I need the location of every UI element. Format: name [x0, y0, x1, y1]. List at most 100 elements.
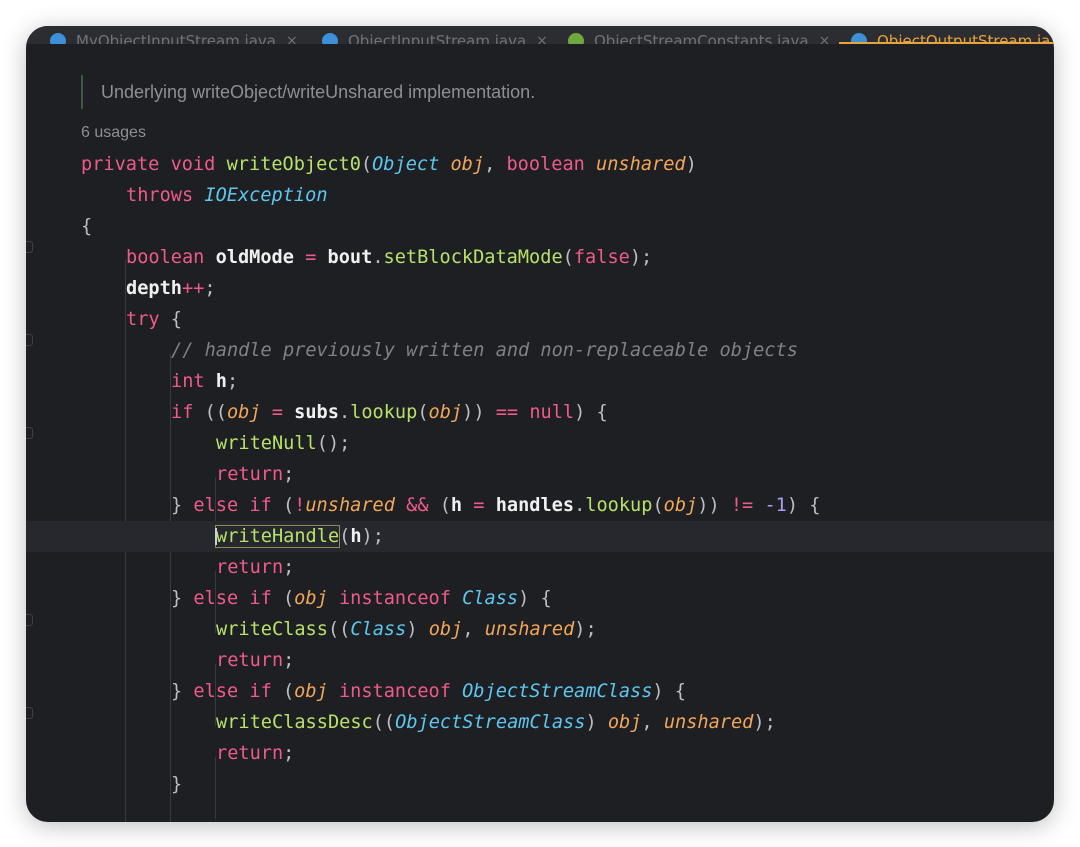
tab-objectstreamconstants[interactable]: ObjectStreamConstants.java × — [568, 26, 830, 44]
type-name: IOException — [204, 185, 328, 206]
keyword: null — [529, 402, 575, 423]
method-call: writeClassDesc — [216, 712, 373, 733]
doc-comment: Underlying writeObject/writeUnshared imp… — [81, 75, 535, 109]
java-class-icon — [322, 33, 338, 44]
editor-tab-bar: MyObjectInputStream.java × ObjectInputSt… — [26, 26, 1054, 44]
code-line: private void writeObject0(Object obj, bo… — [81, 154, 697, 175]
tab-objectinputstream[interactable]: ObjectInputStream.java × — [322, 26, 548, 44]
usages-hint[interactable]: 6 usages — [81, 124, 146, 142]
parameter: obj — [607, 712, 642, 733]
keyword: false — [573, 247, 630, 268]
keyword: try — [126, 309, 160, 330]
keyword: else — [193, 495, 239, 516]
parameter: obj — [450, 154, 485, 175]
type-name: ObjectStreamClass — [462, 681, 653, 702]
code-line: writeNull(); — [216, 433, 351, 454]
keyword: return — [216, 743, 284, 764]
keyword: boolean — [126, 247, 205, 268]
parameter: obj — [428, 402, 463, 423]
java-interface-icon — [568, 33, 584, 44]
parameter: obj — [294, 681, 328, 702]
close-icon[interactable]: × — [819, 33, 831, 44]
keyword: if — [249, 495, 272, 516]
tab-objectoutputstream[interactable]: ObjectOutputStream.ja — [839, 26, 1054, 44]
local-variable: oldMode — [215, 247, 294, 268]
code-editor[interactable]: Underlying writeObject/writeUnshared imp… — [26, 44, 1054, 822]
keyword: if — [171, 402, 194, 423]
keyword: int — [171, 371, 205, 392]
local-variable: h — [450, 495, 463, 516]
keyword: return — [216, 464, 284, 485]
keyword: throws — [126, 185, 194, 206]
field: bout — [327, 247, 373, 268]
type-name: ObjectStreamClass — [395, 712, 586, 733]
type-name: Object — [372, 154, 440, 175]
local-variable: h — [215, 371, 227, 392]
code-line: try { — [126, 309, 182, 330]
local-variable: h — [350, 526, 362, 547]
tab-label: ObjectInputStream.java — [348, 32, 527, 44]
tab-label: MyObjectInputStream.java — [76, 32, 276, 44]
code-line: // handle previously written and non-rep… — [26, 335, 1054, 366]
field: depth — [126, 278, 182, 299]
tab-myobjectinputstream[interactable]: MyObjectInputStream.java × — [50, 26, 298, 44]
parameter: obj — [428, 619, 463, 640]
method-call: writeClass — [216, 619, 328, 640]
parameter: unshared — [305, 495, 395, 516]
parameter: obj — [226, 402, 261, 423]
type-name: Class — [350, 619, 407, 640]
code-line: if ((obj = subs.lookup(obj)) == null) { — [171, 402, 608, 423]
field: handles — [495, 495, 575, 516]
keyword: return — [216, 557, 284, 578]
parameter: unshared — [484, 619, 575, 640]
method-call-under-caret[interactable]: writeHandle — [214, 525, 341, 548]
code-line: depth++; — [126, 278, 216, 299]
code-line: } else if (obj instanceof Class) { — [171, 588, 552, 609]
ide-window: MyObjectInputStream.java × ObjectInputSt… — [26, 26, 1054, 822]
keyword: instanceof — [338, 681, 451, 702]
code-comment: // handle previously written and non-rep… — [171, 340, 798, 361]
code-line: } else if (obj instanceof ObjectStreamCl… — [171, 681, 687, 702]
code-line: throws IOException — [26, 180, 1054, 211]
field: subs — [294, 402, 339, 423]
code-line: boolean oldMode = bout.setBlockDataMode(… — [126, 247, 653, 268]
tab-label: ObjectStreamConstants.java — [594, 32, 809, 44]
parameter: unshared — [663, 712, 754, 733]
parameter: obj — [294, 588, 328, 609]
code-line: writeClassDesc((ObjectStreamClass) obj, … — [216, 712, 776, 733]
code-line: return; — [216, 743, 295, 764]
code-line: } — [171, 774, 183, 795]
code-line: writeClass((Class) obj, unshared); — [216, 619, 597, 640]
parameter: obj — [663, 495, 698, 516]
parameter: unshared — [596, 154, 686, 175]
method-name: writeObject0 — [226, 154, 361, 175]
keyword: void — [170, 154, 216, 175]
code-line: int h; — [171, 371, 239, 392]
close-icon[interactable]: × — [536, 33, 548, 44]
type-name: Class — [462, 588, 519, 609]
tab-label: ObjectOutputStream.ja — [877, 32, 1051, 44]
current-line: writeHandle(h); — [26, 521, 1054, 552]
code-line: return; — [216, 557, 295, 578]
keyword: private — [81, 154, 160, 175]
code-line: return; — [216, 464, 295, 485]
code-line: return; — [216, 650, 295, 671]
keyword: else — [193, 588, 239, 609]
close-icon[interactable]: × — [286, 33, 298, 44]
code-line: } else if (!unshared && (h = handles.loo… — [171, 495, 821, 516]
keyword: return — [216, 650, 284, 671]
keyword: if — [249, 588, 272, 609]
method-call: setBlockDataMode — [383, 247, 563, 268]
keyword: instanceof — [338, 588, 451, 609]
java-class-icon — [851, 33, 867, 44]
java-class-icon — [50, 33, 66, 44]
method-call: writeNull — [216, 433, 317, 454]
number-literal: -1 — [764, 495, 787, 516]
method-call: lookup — [350, 402, 418, 423]
doc-comment-text: Underlying writeObject/writeUnshared imp… — [101, 81, 536, 102]
keyword: boolean — [506, 154, 585, 175]
keyword: if — [249, 681, 272, 702]
code-line: { — [81, 216, 93, 237]
method-call: lookup — [585, 495, 653, 516]
keyword: else — [193, 681, 239, 702]
